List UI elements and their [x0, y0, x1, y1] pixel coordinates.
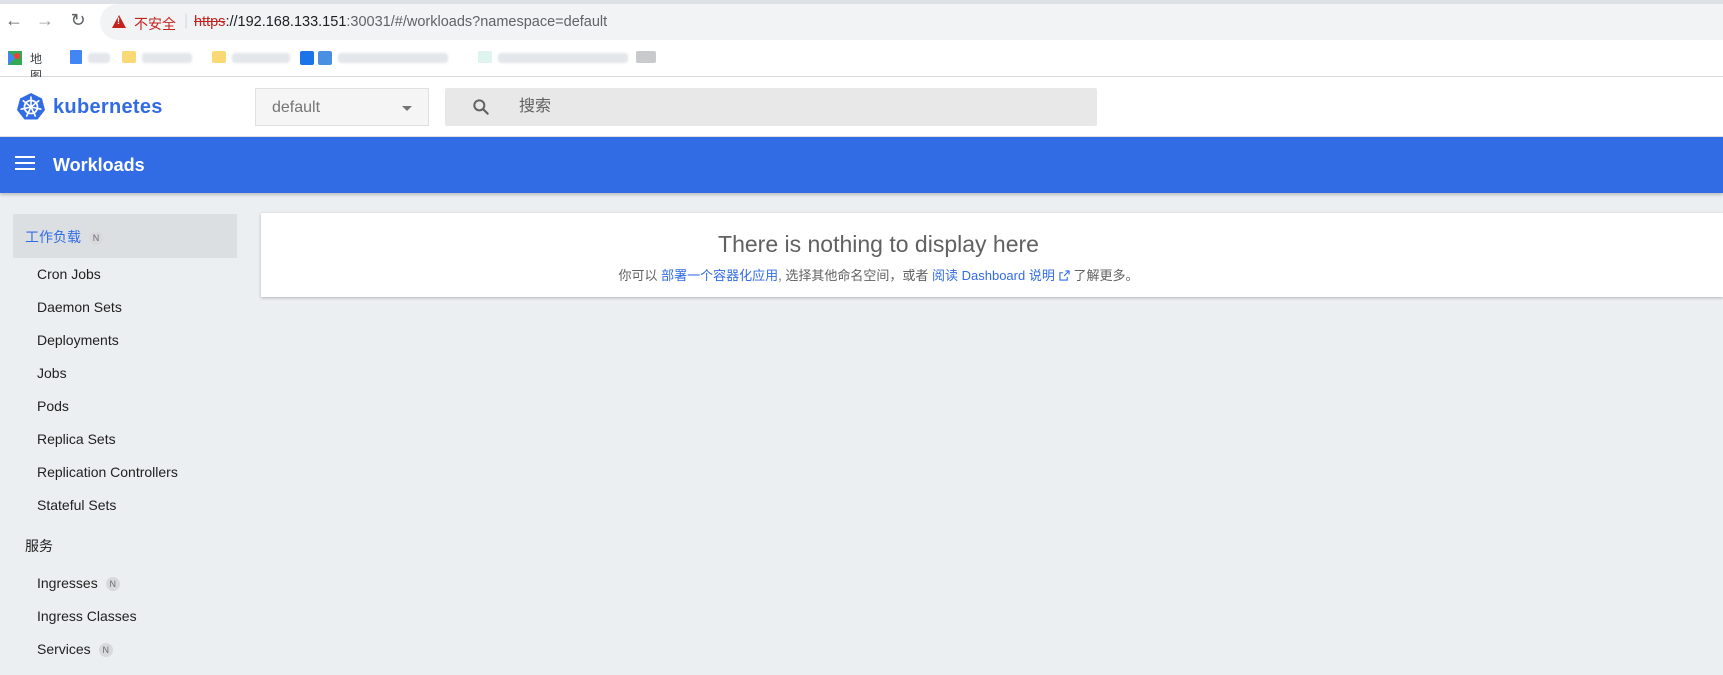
site-icon	[636, 51, 656, 63]
sidebar-item-replication-controllers[interactable]: Replication Controllers	[37, 464, 178, 480]
bookmark-blurred[interactable]	[212, 50, 290, 66]
sidebar: 工作负载 N Cron Jobs Daemon Sets Deployments …	[0, 193, 238, 675]
doc-icon	[70, 50, 82, 64]
sidebar-item-pods[interactable]: Pods	[37, 398, 69, 414]
insecure-label[interactable]: 不安全	[134, 14, 176, 34]
app-icon	[318, 51, 332, 65]
blurred-label	[498, 53, 628, 63]
warning-icon	[112, 15, 126, 28]
deploy-app-link[interactable]: 部署一个容器化应用	[661, 268, 778, 283]
namespaced-badge: N	[105, 577, 120, 591]
brand-title[interactable]: kubernetes	[53, 96, 163, 119]
blurred-label	[232, 53, 290, 63]
sidebar-category-workloads[interactable]: 工作负载 N	[13, 214, 237, 258]
blurred-label	[88, 53, 110, 63]
bookmark-blurred[interactable]	[636, 50, 658, 66]
reload-icon[interactable]: ↻	[68, 10, 88, 30]
url-text[interactable]: https://192.168.133.151:30031/#/workload…	[194, 14, 607, 30]
ingresses-label: Ingresses	[37, 575, 98, 591]
folder-icon	[122, 51, 136, 63]
sidebar-item-ingress-classes[interactable]: Ingress Classes	[37, 608, 137, 624]
sidebar-item-daemon-sets[interactable]: Daemon Sets	[37, 299, 122, 315]
services-label: Services	[37, 641, 91, 657]
url-path: :30031/#/workloads?namespace=default	[346, 14, 608, 30]
site-icon	[478, 51, 492, 63]
url-scheme: https	[194, 14, 226, 30]
namespaced-badge: N	[98, 643, 113, 657]
omnibox-separator: |	[184, 12, 189, 29]
docs-link-label: 阅读 Dashboard 说明	[932, 268, 1055, 283]
search-icon	[473, 99, 489, 115]
empty-middle: , 选择其他命名空间，或者	[778, 268, 933, 283]
empty-state-card: There is nothing to display here 你可以 部署一…	[261, 213, 1723, 297]
search-box[interactable]	[445, 88, 1097, 126]
blurred-label	[338, 53, 448, 63]
page-title: Workloads	[53, 155, 145, 175]
category-text: 工作负载	[25, 229, 81, 245]
sidebar-category-label: 工作负载 N	[25, 227, 103, 247]
sidebar-item-ingresses[interactable]: Ingresses N	[37, 575, 120, 591]
browser-address-bar: ← → ↻ 不安全 | https://192.168.133.151:3003…	[0, 0, 1723, 40]
maps-icon	[8, 51, 22, 65]
bookmarks-bar: 地图	[0, 40, 1723, 83]
bookmark-blurred[interactable]	[122, 50, 192, 66]
app-header: kubernetes default	[0, 77, 1723, 137]
kubernetes-logo-icon[interactable]	[16, 92, 46, 122]
folder-icon	[212, 51, 226, 63]
bookmark-blurred[interactable]	[478, 50, 628, 66]
bookmark-maps[interactable]: 地图	[8, 50, 48, 83]
sidebar-item-jobs[interactable]: Jobs	[37, 365, 67, 381]
bookmark-blurred[interactable]	[300, 50, 450, 66]
namespaced-badge: N	[89, 231, 103, 245]
sidebar-item-cron-jobs[interactable]: Cron Jobs	[37, 266, 101, 282]
url-host: ://192.168.133.151	[225, 14, 347, 30]
namespace-value: default	[272, 99, 321, 116]
forward-icon[interactable]: →	[35, 10, 55, 30]
sidebar-item-services[interactable]: Services N	[37, 641, 113, 657]
empty-prefix: 你可以	[618, 268, 662, 283]
menu-icon[interactable]	[15, 156, 35, 174]
sidebar-section-services[interactable]: 服务	[25, 536, 53, 556]
search-input[interactable]	[519, 88, 1079, 126]
page-toolbar: Workloads	[0, 137, 1723, 193]
sidebar-item-deployments[interactable]: Deployments	[37, 332, 119, 348]
docs-link[interactable]: 阅读 Dashboard 说明	[932, 268, 1070, 283]
app-icon	[300, 51, 314, 65]
omnibox[interactable]: 不安全 | https://192.168.133.151:30031/#/wo…	[100, 4, 1723, 40]
bookmark-blurred[interactable]	[70, 50, 110, 66]
empty-state-title: There is nothing to display here	[718, 231, 1039, 257]
back-icon[interactable]: ←	[4, 10, 24, 30]
empty-state-message: 你可以 部署一个容器化应用, 选择其他命名空间，或者 阅读 Dashboard …	[261, 265, 1496, 284]
empty-suffix: 了解更多。	[1069, 268, 1139, 283]
chevron-down-icon	[402, 106, 412, 111]
namespace-select[interactable]: default	[255, 88, 429, 126]
external-link-icon	[1059, 270, 1070, 281]
sidebar-item-stateful-sets[interactable]: Stateful Sets	[37, 497, 116, 513]
blurred-label	[142, 53, 192, 63]
sidebar-item-replica-sets[interactable]: Replica Sets	[37, 431, 116, 447]
